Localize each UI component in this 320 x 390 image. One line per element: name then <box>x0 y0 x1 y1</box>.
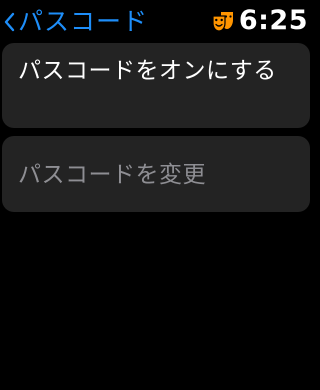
back-button[interactable]: パスコード <box>2 6 148 38</box>
turn-passcode-on-button[interactable]: パスコードをオンにする <box>2 43 310 128</box>
theater-masks-icon <box>212 12 233 32</box>
change-passcode-label: パスコードを変更 <box>18 162 206 188</box>
chevron-left-icon <box>4 12 15 32</box>
clock-time: 6:25 <box>238 5 308 36</box>
navigation-bar: パスコード 6:25 <box>0 0 312 42</box>
change-passcode-button[interactable]: パスコードを変更 <box>2 136 310 212</box>
back-button-label: パスコード <box>18 7 149 36</box>
status-area: 6:25 <box>211 4 308 38</box>
turn-passcode-on-label: パスコードをオンにする <box>18 58 277 84</box>
